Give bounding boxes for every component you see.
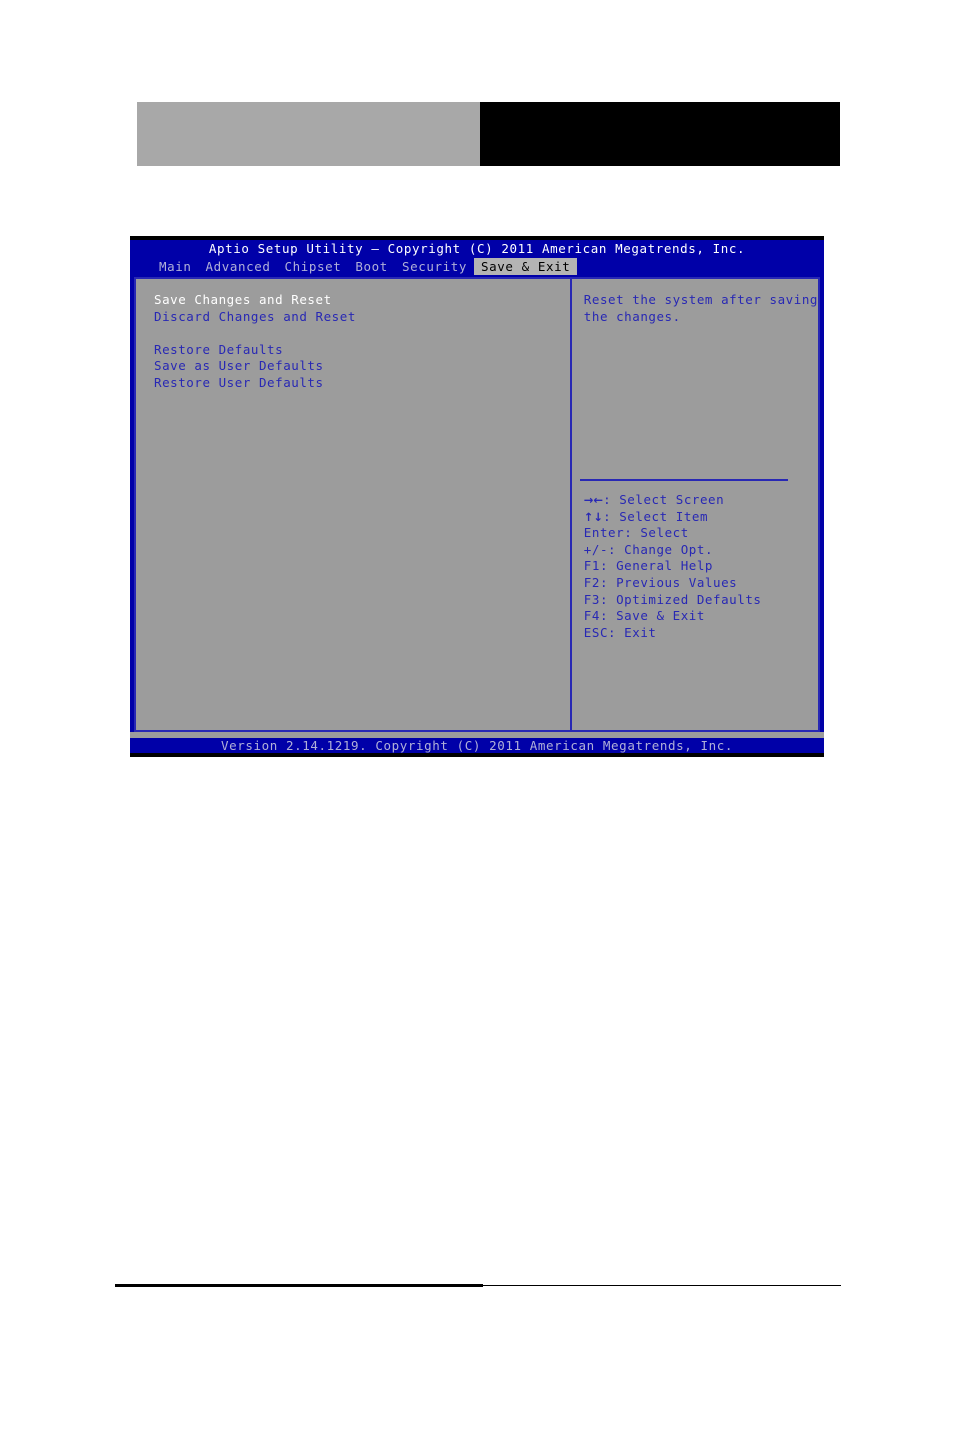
menu-tab-boot[interactable]: Boot bbox=[348, 258, 395, 275]
legend-f4-key: F4 bbox=[583, 608, 600, 624]
screen-bottom-strip bbox=[130, 753, 824, 757]
document-header-banner bbox=[137, 102, 840, 166]
legend-exit: ESC: Exit bbox=[584, 625, 794, 642]
legend-select-screen: →←: Select Screen bbox=[584, 492, 794, 509]
bios-setup-screen: Aptio Setup Utility – Copyright (C) 2011… bbox=[130, 236, 824, 757]
arrow-up-down-icon: ↑↓ bbox=[583, 509, 604, 524]
legend-f3-key: F3 bbox=[583, 591, 600, 607]
footer-rule-thick bbox=[115, 1284, 483, 1287]
legend-exit-label: : Exit bbox=[608, 624, 657, 640]
screen-top-strip bbox=[130, 236, 824, 240]
option-restore-user-defaults[interactable]: Restore User Defaults bbox=[154, 375, 570, 392]
bios-title: Aptio Setup Utility – Copyright (C) 2011… bbox=[208, 241, 746, 256]
menu-tab-chipset[interactable]: Chipset bbox=[278, 258, 349, 275]
option-spacer bbox=[154, 325, 570, 342]
header-block-black bbox=[480, 102, 840, 166]
menu-tab-main[interactable]: Main bbox=[152, 258, 199, 275]
bios-version-bar: Version 2.14.1219. Copyright (C) 2011 Am… bbox=[130, 738, 824, 753]
bios-help-panel: Reset the system after saving the change… bbox=[572, 279, 818, 730]
legend-previous-values-label: : Previous Values bbox=[599, 574, 738, 590]
menu-tab-security[interactable]: Security bbox=[395, 258, 474, 275]
bios-body-frame: Save Changes and Reset Discard Changes a… bbox=[134, 277, 820, 732]
option-restore-defaults[interactable]: Restore Defaults bbox=[154, 342, 570, 359]
legend-change-opt: +/-: Change Opt. bbox=[584, 542, 794, 559]
legend-esc-key: ESC bbox=[583, 624, 609, 640]
legend-enter-select: Enter: Select bbox=[584, 525, 794, 542]
legend-plusminus-key: +/- bbox=[583, 541, 609, 557]
key-legend: →←: Select Screen ↑↓: Select Item Enter:… bbox=[584, 492, 794, 641]
legend-optimized-defaults-label: : Optimized Defaults bbox=[599, 591, 762, 607]
bios-options-panel: Save Changes and Reset Discard Changes a… bbox=[136, 279, 572, 730]
legend-previous-values: F2: Previous Values bbox=[584, 575, 794, 592]
legend-separator bbox=[579, 479, 788, 481]
option-save-changes-and-reset[interactable]: Save Changes and Reset bbox=[154, 292, 570, 309]
legend-select-item-label: : Select Item bbox=[603, 508, 709, 524]
arrow-left-right-icon: →← bbox=[583, 493, 604, 507]
header-block-gray bbox=[137, 102, 480, 166]
menu-tab-save-and-exit[interactable]: Save & Exit bbox=[473, 258, 578, 275]
legend-select-screen-label: : Select Screen bbox=[603, 492, 725, 507]
legend-f1-key: F1 bbox=[583, 558, 600, 574]
legend-optimized-defaults: F3: Optimized Defaults bbox=[584, 592, 794, 609]
legend-general-help: F1: General Help bbox=[584, 558, 794, 575]
footer-rule bbox=[115, 1284, 841, 1287]
legend-f2-key: F2 bbox=[583, 574, 600, 590]
menu-tab-advanced[interactable]: Advanced bbox=[199, 258, 278, 275]
option-save-as-user-defaults[interactable]: Save as User Defaults bbox=[154, 358, 570, 375]
legend-enter-key: Enter bbox=[583, 525, 625, 541]
help-text-line-1: Reset the system after saving bbox=[583, 292, 818, 307]
help-text-line-2: the changes. bbox=[583, 308, 681, 324]
option-discard-changes-and-reset[interactable]: Discard Changes and Reset bbox=[154, 309, 570, 326]
legend-save-and-exit-label: : Save & Exit bbox=[599, 608, 705, 624]
footer-rule-thin bbox=[483, 1285, 841, 1286]
bios-menu-bar: Main Advanced Chipset Boot Security Save… bbox=[130, 258, 824, 275]
legend-select-item: ↑↓: Select Item bbox=[584, 509, 794, 526]
legend-change-opt-label: : Change Opt. bbox=[608, 541, 714, 557]
legend-save-and-exit: F4: Save & Exit bbox=[584, 608, 794, 625]
legend-enter-label: : Select bbox=[624, 525, 689, 541]
legend-general-help-label: : General Help bbox=[599, 558, 714, 574]
